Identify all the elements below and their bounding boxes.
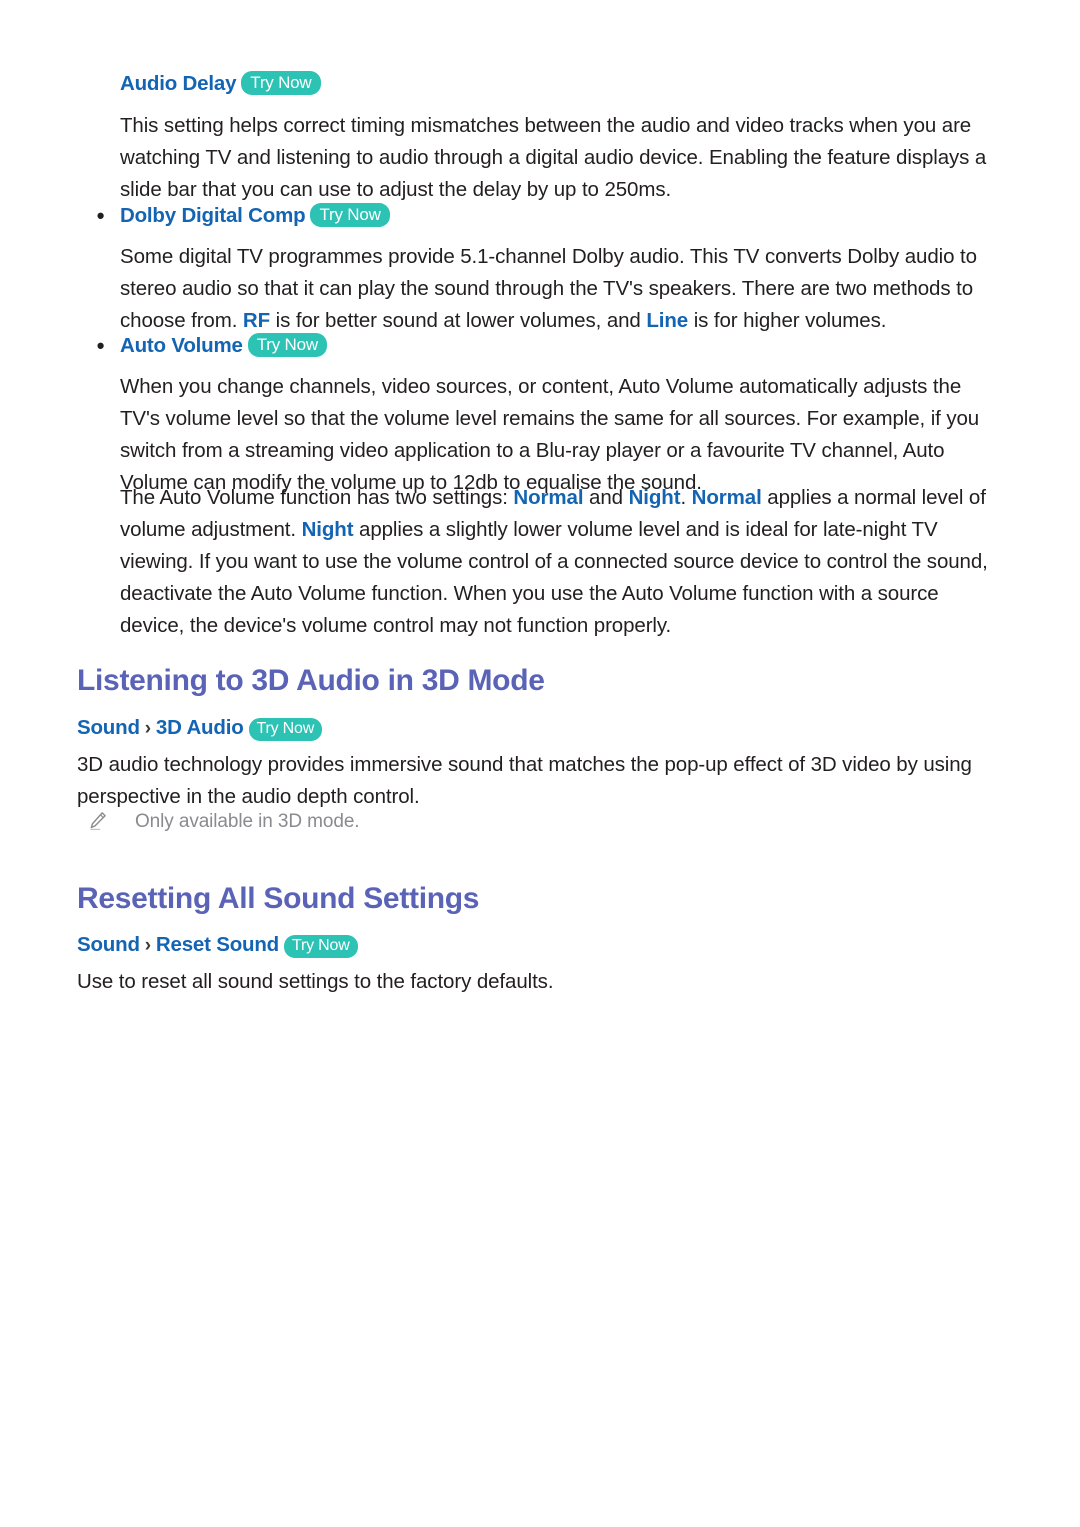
- bullet-marker: [96, 70, 105, 98]
- bullet-marker: •: [96, 203, 105, 228]
- highlighted-keyword: Line: [646, 309, 689, 332]
- try-now-badge[interactable]: Try Now: [284, 935, 358, 958]
- setting-item-audio-delay: Audio Delay Try Now: [120, 70, 1010, 98]
- highlighted-keyword: Night: [628, 486, 681, 509]
- setting-label: Audio Delay: [120, 72, 237, 95]
- paragraph-audio-delay: This setting helps correct timing mismat…: [120, 114, 987, 201]
- breadcrumb-root[interactable]: Sound: [77, 716, 140, 739]
- breadcrumb-3d-audio: Sound › 3D Audio Try Now: [77, 714, 323, 743]
- paragraph-text: The Auto Volume function has two setting…: [120, 486, 514, 509]
- highlighted-keyword: RF: [242, 309, 271, 332]
- breadcrumb-root[interactable]: Sound: [77, 933, 140, 956]
- breadcrumb-reset-sound: Sound › Reset Sound Try Now: [77, 931, 358, 960]
- paragraph-reset-sound: Use to reset all sound settings to the f…: [77, 970, 554, 993]
- try-now-badge[interactable]: Try Now: [241, 71, 321, 95]
- note-3d-audio: Only available in 3D mode.: [88, 808, 968, 836]
- breadcrumb-leaf[interactable]: Reset Sound: [156, 933, 279, 956]
- paragraph-auto-volume-2: The Auto Volume function has two setting…: [120, 482, 1005, 642]
- breadcrumb-separator-icon: ›: [144, 935, 151, 956]
- paragraph-text: is for higher volumes.: [688, 309, 887, 332]
- setting-label: Dolby Digital Comp: [120, 204, 306, 227]
- breadcrumb-leaf[interactable]: 3D Audio: [156, 716, 244, 739]
- bullet-marker: •: [96, 333, 105, 358]
- section-title-resetting-all-sound-settings: Resetting All Sound Settings: [77, 882, 480, 915]
- setting-item-auto-volume: • Auto Volume Try Now: [97, 332, 1010, 360]
- setting-heading-dolby-digital-comp: • Dolby Digital Comp Try Now: [97, 202, 1010, 230]
- paragraph-3d-audio: 3D audio technology provides immersive s…: [77, 753, 972, 808]
- setting-item-dolby-digital-comp: • Dolby Digital Comp Try Now: [97, 202, 1010, 230]
- section-title-listening-3d-audio: Listening to 3D Audio in 3D Mode: [77, 664, 545, 697]
- highlighted-keyword: Night: [301, 518, 354, 541]
- pencil-icon: [88, 811, 108, 831]
- breadcrumb-separator-icon: ›: [144, 718, 151, 739]
- note-text: Only available in 3D mode.: [135, 811, 360, 832]
- paragraph-text: and: [583, 486, 629, 509]
- try-now-badge[interactable]: Try Now: [248, 718, 323, 741]
- paragraph-text: .: [680, 486, 692, 509]
- setting-heading-auto-volume: • Auto Volume Try Now: [97, 332, 1010, 360]
- setting-heading-audio-delay: Audio Delay Try Now: [120, 70, 1010, 98]
- highlighted-keyword: Normal: [691, 486, 762, 509]
- paragraph-text: is for better sound at lower volumes, an…: [270, 309, 647, 332]
- try-now-badge[interactable]: Try Now: [247, 333, 327, 357]
- highlighted-keyword: Normal: [513, 486, 584, 509]
- setting-label: Auto Volume: [120, 334, 243, 357]
- paragraph-dolby-digital-comp: Some digital TV programmes provide 5.1-c…: [120, 241, 1005, 337]
- document-page: Audio Delay Try Now This setting helps co…: [0, 0, 1080, 1527]
- try-now-badge[interactable]: Try Now: [310, 203, 390, 227]
- paragraph-auto-volume-1: When you change channels, video sources,…: [120, 375, 980, 494]
